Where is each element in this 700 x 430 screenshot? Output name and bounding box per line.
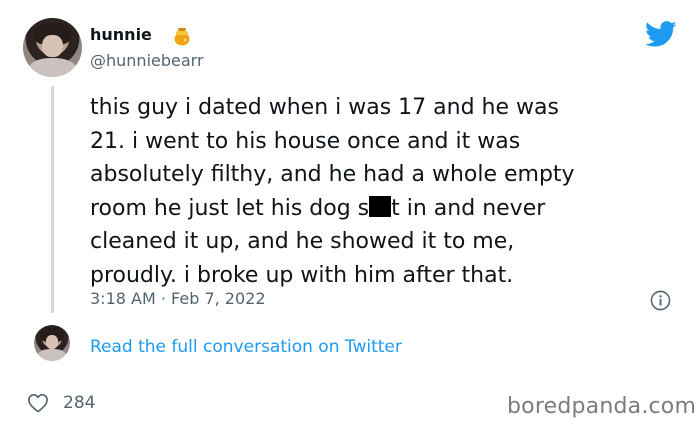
redaction-block bbox=[369, 195, 392, 217]
info-icon[interactable] bbox=[650, 290, 671, 311]
avatar-face bbox=[42, 34, 63, 57]
read-conversation-link[interactable]: Read the full conversation on Twitter bbox=[90, 336, 402, 358]
author-display-name[interactable]: hunnie bbox=[90, 25, 152, 45]
honey-pot-icon bbox=[174, 28, 190, 46]
like-count: 284 bbox=[63, 393, 96, 413]
twitter-bird-icon[interactable] bbox=[645, 21, 677, 48]
conversation-avatar[interactable] bbox=[34, 325, 70, 361]
author-handle[interactable]: @hunniebearr bbox=[90, 51, 204, 71]
boredpanda-watermark: boredpanda.com bbox=[507, 394, 697, 419]
heart-icon[interactable] bbox=[27, 393, 49, 413]
avatar-body bbox=[36, 349, 68, 361]
avatar-body bbox=[27, 58, 78, 77]
avatar-face bbox=[45, 335, 59, 349]
tweet-text: this guy i dated when i was 17 and he wa… bbox=[90, 91, 682, 292]
tweet-timestamp[interactable]: 3:18 AM · Feb 7, 2022 bbox=[90, 289, 266, 309]
thread-line bbox=[51, 86, 54, 313]
author-avatar[interactable] bbox=[23, 18, 82, 77]
